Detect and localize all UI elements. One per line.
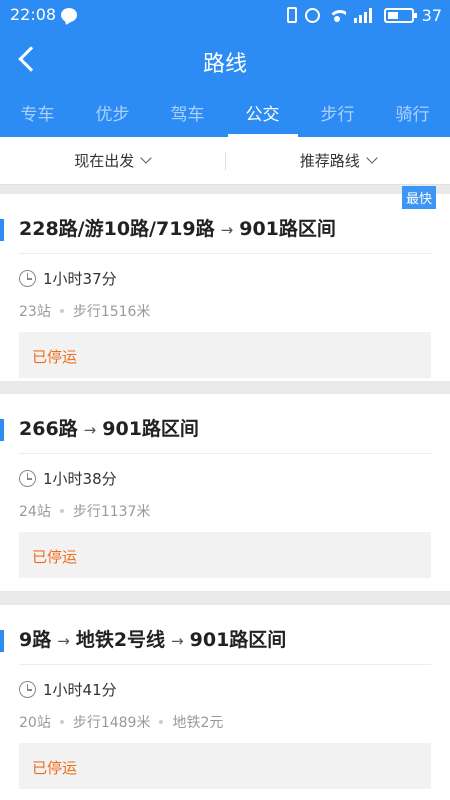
filter-bar: 现在出发 推荐路线: [0, 137, 450, 185]
app-header: 22:08 37 路线 专车 优步 驾车 公交 步行 骑行: [0, 0, 450, 137]
walk-distance: 步行1137米: [72, 504, 151, 520]
clock-icon: [19, 470, 36, 487]
route-meta: 23站 步行1516米: [19, 301, 150, 321]
route-segment: 901路区间: [102, 418, 199, 440]
route-status-box: 已停运: [19, 332, 431, 378]
sort-label: 推荐路线: [299, 152, 360, 170]
route-card[interactable]: 最快 228路/游10路/719路 → 901路区间 1小时37分 23站 步行15…: [0, 186, 450, 381]
route-segment: 9路: [19, 629, 52, 651]
route-segment: 266路: [19, 418, 78, 440]
transfer-arrow-icon: →: [57, 632, 70, 650]
departure-time-label: 现在出发: [74, 152, 135, 170]
walk-distance: 步行1516米: [72, 304, 151, 320]
tab-cycling[interactable]: 骑行: [375, 94, 450, 137]
status-time: 22:08: [10, 5, 57, 24]
page-title: 路线: [202, 52, 247, 77]
divider: [19, 664, 431, 665]
departure-time-dropdown[interactable]: 现在出发: [0, 137, 225, 184]
tab-uber[interactable]: 优步: [75, 94, 150, 137]
tab-walking[interactable]: 步行: [300, 94, 375, 137]
separator-dot: [59, 720, 64, 724]
route-accent-bar: [0, 419, 4, 441]
battery-icon: [383, 7, 417, 23]
route-accent-bar: [0, 630, 4, 652]
route-status-box: 已停运: [19, 532, 431, 578]
transfer-arrow-icon: →: [83, 421, 97, 439]
route-status: 已停运: [32, 548, 78, 566]
route-segment: 901路区间: [189, 629, 287, 651]
route-status: 已停运: [32, 348, 78, 366]
route-meta: 24站 步行1137米: [19, 501, 150, 521]
route-title: 266路 → 901路区间: [19, 414, 199, 441]
tab-car-service[interactable]: 专车: [0, 94, 75, 137]
status-icons: 37: [286, 4, 442, 26]
message-icon: [61, 8, 77, 22]
subway-fare: 地铁2元: [172, 715, 224, 731]
alarm-icon: [304, 7, 320, 23]
route-duration: 1小时37分: [43, 270, 117, 288]
route-duration: 1小时41分: [43, 681, 117, 699]
vibrate-icon: [286, 7, 297, 23]
fastest-badge: 最快: [401, 186, 436, 209]
transfer-arrow-icon: →: [220, 221, 234, 239]
battery-percent: 37: [421, 5, 442, 25]
route-accent-bar: [0, 219, 4, 241]
route-meta: 20站 步行1489米 地铁2元: [19, 712, 223, 732]
signal-icon: [353, 7, 376, 23]
separator-dot: [59, 509, 64, 513]
route-segment: 228路/游10路/719路: [19, 218, 215, 240]
route-card[interactable]: 9路 → 地铁2号线 → 901路区间 1小时41分 20站 步行1489米 地铁2元 …: [0, 605, 450, 800]
route-status-box: 已停运: [19, 743, 431, 789]
route-status: 已停运: [32, 759, 78, 777]
route-title: 9路 → 地铁2号线 → 901路区间: [19, 625, 286, 652]
separator-dot: [159, 720, 164, 724]
chevron-down-icon: [140, 152, 152, 164]
route-segment: 901路区间: [239, 218, 336, 240]
divider: [19, 453, 431, 454]
divider: [19, 253, 431, 254]
tab-driving[interactable]: 驾车: [150, 94, 225, 137]
stop-count: 23站: [19, 304, 51, 320]
walk-distance: 步行1489米: [72, 715, 151, 731]
transfer-arrow-icon: →: [171, 632, 184, 650]
chevron-down-icon: [366, 152, 378, 164]
status-bar: 22:08 37: [0, 0, 450, 32]
stop-count: 24站: [19, 504, 51, 520]
sort-dropdown[interactable]: 推荐路线: [226, 137, 450, 184]
separator-dot: [59, 309, 64, 313]
route-title: 228路/游10路/719路 → 901路区间: [19, 214, 336, 241]
clock-icon: [19, 681, 36, 698]
clock-icon: [19, 270, 36, 287]
tab-transit[interactable]: 公交: [225, 94, 300, 137]
wifi-icon: [327, 8, 346, 22]
stop-count: 20站: [19, 715, 51, 731]
route-segment: 地铁2号线: [75, 629, 166, 651]
route-duration: 1小时38分: [43, 470, 117, 488]
transport-tabs: 专车 优步 驾车 公交 步行 骑行: [0, 94, 450, 137]
route-card[interactable]: 266路 → 901路区间 1小时38分 24站 步行1137米 已停运: [0, 394, 450, 591]
